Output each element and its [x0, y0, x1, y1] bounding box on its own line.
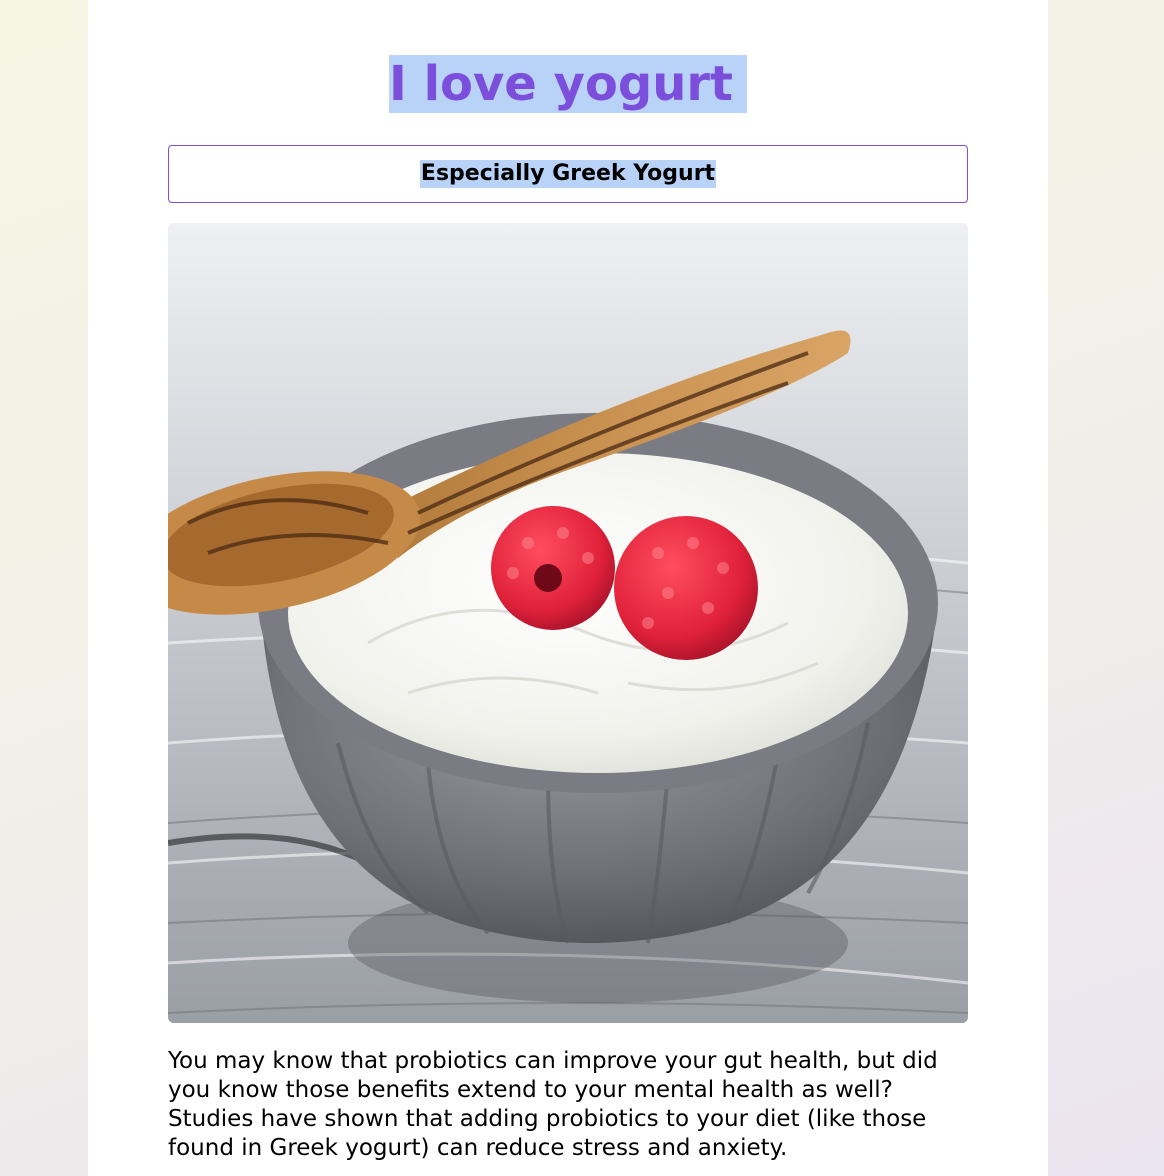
yogurt-image — [168, 223, 968, 1023]
yogurt-photo-illustration — [168, 223, 968, 1023]
page-title: I love yogurt — [389, 55, 747, 113]
content-card: I love yogurt Especially Greek Yogurt Yo… — [88, 0, 1048, 1176]
subtitle-box: Especially Greek Yogurt — [168, 145, 968, 203]
title-container: I love yogurt — [88, 55, 1048, 113]
article-paragraph: You may know that probiotics can improve… — [168, 1048, 938, 1161]
subtitle: Especially Greek Yogurt — [419, 160, 717, 188]
